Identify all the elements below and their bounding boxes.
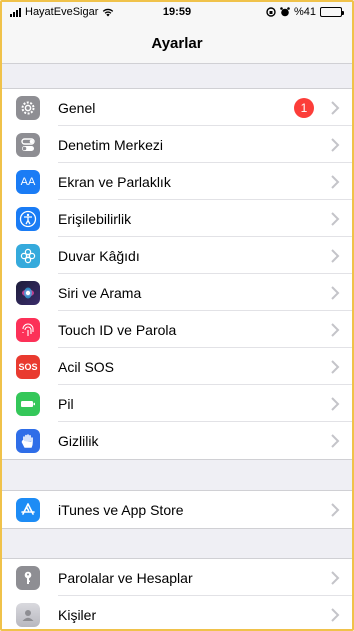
settings-group-main: Genel 1 Denetim Merkezi AA Ekran ve Parl… [2, 88, 352, 460]
chevron-right-icon [331, 137, 340, 152]
settings-row-control-center[interactable]: Denetim Merkezi [2, 126, 352, 163]
hand-icon [16, 428, 40, 453]
settings-row-emergency-sos[interactable]: SOS Acil SOS [2, 348, 352, 385]
gear-icon [16, 95, 40, 120]
sos-icon: SOS [16, 354, 40, 379]
settings-row-contacts[interactable]: Kişiler [2, 596, 352, 629]
settings-row-siri[interactable]: Siri ve Arama [2, 274, 352, 311]
settings-row-wallpaper[interactable]: Duvar Kâğıdı [2, 237, 352, 274]
settings-row-label: Genel [58, 99, 96, 116]
battery-percentage: %41 [293, 6, 316, 18]
orientation-lock-icon [266, 7, 276, 17]
chevron-right-icon [331, 433, 340, 448]
settings-row-battery[interactable]: Pil [2, 385, 352, 422]
chevron-right-icon [331, 285, 340, 300]
settings-row-label: Ekran ve Parlaklık [58, 173, 171, 190]
settings-row-label: Acil SOS [58, 358, 115, 375]
alarm-icon [280, 7, 290, 17]
chevron-right-icon [331, 322, 340, 337]
chevron-right-icon [331, 570, 340, 585]
siri-icon [16, 280, 40, 305]
settings-row-touch-id[interactable]: Touch ID ve Parola [2, 311, 352, 348]
settings-row-display[interactable]: AA Ekran ve Parlaklık [2, 163, 352, 200]
page-title: Ayarlar [2, 24, 352, 64]
settings-row-passwords-accounts[interactable]: Parolalar ve Hesaplar [2, 559, 352, 596]
settings-group-store: iTunes ve App Store [2, 490, 352, 529]
chevron-right-icon [331, 248, 340, 263]
settings-row-accessibility[interactable]: Erişilebilirlik [2, 200, 352, 237]
battery-icon [16, 391, 40, 416]
accessibility-icon [16, 206, 40, 231]
settings-row-label: Siri ve Arama [58, 284, 142, 301]
settings-row-privacy[interactable]: Gizlilik [2, 422, 352, 459]
settings-row-label: Kişiler [58, 606, 97, 623]
settings-row-itunes-app-store[interactable]: iTunes ve App Store [2, 491, 352, 528]
status-right: %41 [266, 6, 344, 18]
chevron-right-icon [331, 396, 340, 411]
settings-group-accounts: Parolalar ve Hesaplar Kişiler [2, 558, 352, 629]
chevron-right-icon [331, 100, 340, 115]
chevron-right-icon [331, 502, 340, 517]
flower-icon [16, 243, 40, 268]
settings-row-label: Pil [58, 395, 74, 412]
settings-row-label: Parolalar ve Hesaplar [58, 569, 193, 586]
settings-row-label: Gizlilik [58, 432, 99, 449]
status-bar: HayatEveSigar 19:59 %41 [2, 2, 352, 24]
chevron-right-icon [331, 211, 340, 226]
aa-icon: AA [16, 169, 40, 194]
notification-badge: 1 [294, 97, 314, 118]
settings-row-label: Denetim Merkezi [58, 136, 164, 153]
chevron-right-icon [331, 174, 340, 189]
key-icon [16, 565, 40, 590]
chevron-right-icon [331, 607, 340, 622]
settings-row-general[interactable]: Genel 1 [2, 89, 352, 126]
contacts-icon [16, 602, 40, 627]
chevron-right-icon [331, 359, 340, 374]
app-store-icon [16, 497, 40, 522]
settings-screen: HayatEveSigar 19:59 %41 Ayarlar Genel 1 … [0, 0, 354, 631]
toggles-icon [16, 132, 40, 157]
battery-icon [320, 7, 344, 17]
settings-row-label: Erişilebilirlik [58, 210, 132, 227]
fingerprint-icon [16, 317, 40, 342]
settings-row-label: Touch ID ve Parola [58, 321, 177, 338]
settings-row-label: iTunes ve App Store [58, 501, 184, 518]
settings-row-label: Duvar Kâğıdı [58, 247, 140, 264]
